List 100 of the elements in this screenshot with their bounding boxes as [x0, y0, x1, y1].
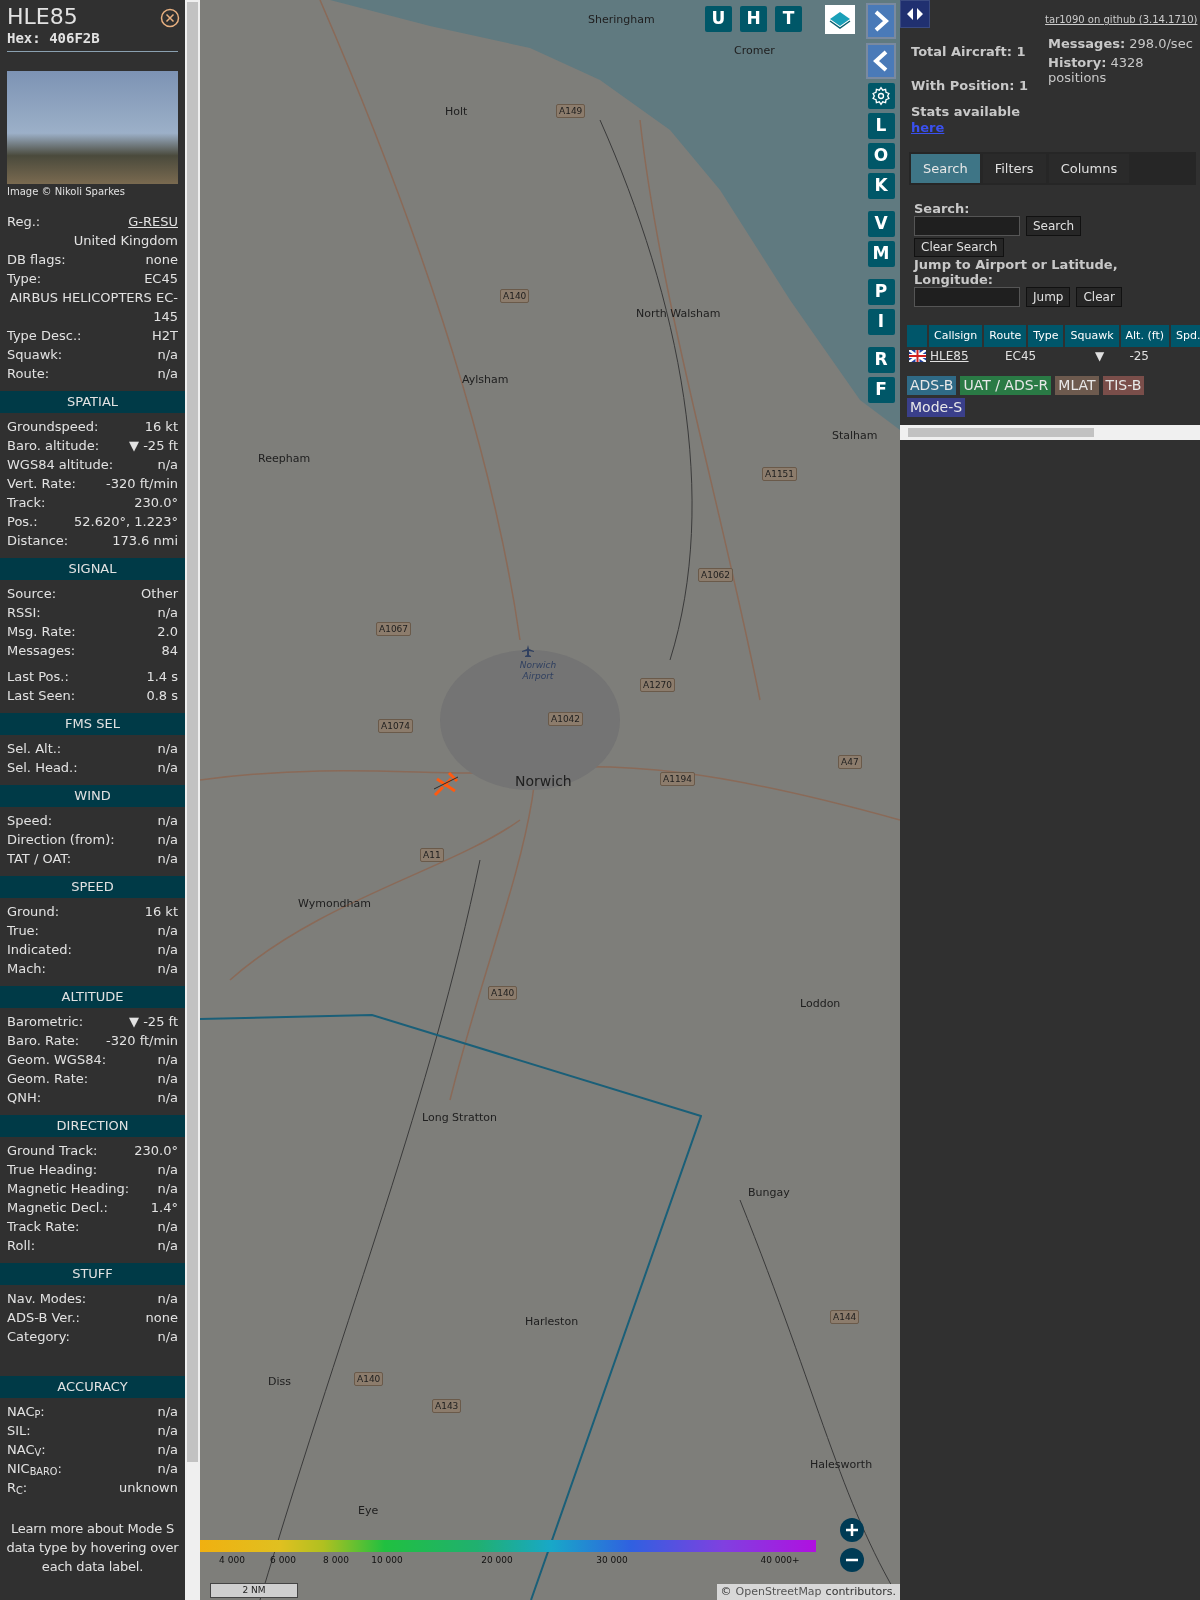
source-badge[interactable]: Mode-S: [907, 398, 966, 417]
road-label: A1042: [548, 712, 584, 726]
field-value: Other: [141, 585, 178, 603]
section-header: DIRECTION: [0, 1115, 185, 1137]
jump-button[interactable]: Jump: [1026, 287, 1071, 307]
source-badge[interactable]: UAT / ADS-R: [960, 376, 1052, 395]
clear-button[interactable]: Clear: [1076, 287, 1122, 307]
town-label: Long Stratton: [422, 1110, 497, 1126]
panel-tab[interactable]: Filters: [982, 154, 1046, 183]
close-icon[interactable]: [160, 8, 180, 28]
field-value: 1.4 s: [146, 668, 178, 686]
search-label: Search:: [914, 201, 970, 216]
field-label: Magnetic Heading:: [7, 1180, 130, 1198]
column-header[interactable]: Alt. (ft): [1120, 325, 1169, 347]
field-value: -320 ft/min: [106, 1032, 178, 1050]
stat-text: Total Aircraft: 1: [911, 44, 1027, 60]
airport-label: Norwich Airport: [518, 660, 558, 682]
field-label: Indicated:: [7, 941, 72, 959]
map-toggle-button[interactable]: L: [867, 113, 895, 139]
field-value: n/a: [157, 1089, 178, 1107]
settings-button[interactable]: [867, 83, 895, 109]
field-value: 16 kt: [144, 903, 178, 921]
map-toggle-button[interactable]: V: [867, 211, 895, 237]
road-label: A1270: [640, 678, 676, 692]
map-toggle-button[interactable]: H: [740, 6, 767, 32]
map-toggle-button[interactable]: U: [705, 6, 732, 32]
panel-tab[interactable]: Search: [911, 154, 980, 183]
field-value: n/a: [157, 1218, 178, 1236]
town-label: Loddon: [800, 996, 841, 1012]
field-value: n/a: [157, 365, 178, 383]
legend-tick-label: 6 000: [270, 1554, 296, 1567]
field-value: n/a: [157, 1290, 178, 1308]
attribution-link[interactable]: OpenStreetMap: [735, 1584, 822, 1600]
field-label: QNH:: [7, 1089, 42, 1107]
field-value: n/a: [157, 922, 178, 940]
field-value: 2.0: [157, 623, 178, 641]
legend-tick-label: 30 000: [596, 1554, 628, 1567]
section-header: FMS SEL: [0, 713, 185, 735]
map-toggle-button[interactable]: K: [867, 173, 895, 199]
town-label: North Walsham: [636, 306, 721, 322]
callsign-link[interactable]: HLE85: [928, 347, 1003, 365]
clear-search-button[interactable]: Clear Search: [914, 238, 1005, 257]
zoom-in-button[interactable]: [840, 1518, 864, 1542]
help-note: Learn more about Mode S data type by hovering over each data label.: [5, 1520, 180, 1576]
field-value: n/a: [157, 1051, 178, 1069]
panel-toggle-button[interactable]: [900, 0, 930, 28]
column-header[interactable]: Type: [1028, 325, 1064, 347]
map-toggle-button[interactable]: P: [867, 279, 895, 305]
column-header[interactable]: Spd.: [1171, 325, 1200, 347]
source-badge[interactable]: MLAT: [1055, 376, 1099, 395]
field-value: 52.620°, 1.223°: [74, 513, 178, 531]
field-value: unknown: [118, 1479, 178, 1497]
horizontal-scrollbar[interactable]: [900, 425, 1200, 440]
github-link[interactable]: tar1090 on github (3.14.1710): [1045, 12, 1198, 27]
scrollbar[interactable]: [185, 0, 200, 1600]
map-toggle-button[interactable]: F: [867, 377, 895, 403]
field-value: n/a: [157, 1422, 178, 1440]
map-toggle-button[interactable]: O: [867, 143, 895, 169]
field-label: Category:: [7, 1328, 70, 1346]
road-label: A11: [420, 848, 444, 862]
jump-field[interactable]: [914, 287, 1020, 307]
field-label: Direction (from):: [7, 831, 115, 849]
registration-link[interactable]: G-RESU: [128, 212, 178, 231]
field-label: SIL:: [7, 1422, 31, 1440]
column-header[interactable]: Squawk: [1065, 325, 1119, 347]
field-label: Ground Track:: [7, 1142, 98, 1160]
road-label: A140: [354, 1372, 384, 1386]
map-toggle-button[interactable]: T: [775, 6, 802, 32]
map-toggle-button[interactable]: M: [867, 241, 895, 267]
search-button[interactable]: Search: [1026, 216, 1082, 236]
expand-button[interactable]: [866, 3, 896, 39]
field-value: 16 kt: [144, 418, 178, 436]
field-value: 84: [161, 642, 178, 660]
field-label: Groundspeed:: [7, 418, 99, 436]
field-value: n/a: [157, 456, 178, 474]
field-value: n/a: [157, 1441, 178, 1459]
panel-tab[interactable]: Columns: [1048, 154, 1130, 183]
field-value: n/a: [157, 346, 178, 364]
field-label: ADS-B Ver.:: [7, 1309, 80, 1327]
search-field[interactable]: [914, 216, 1020, 236]
source-badge[interactable]: ADS-B: [907, 376, 957, 395]
field-value: n/a: [157, 812, 178, 830]
field-label: Track Rate:: [7, 1218, 80, 1236]
plus-icon: [845, 1523, 859, 1537]
column-header[interactable]: Callsign: [929, 325, 983, 347]
field-value: n/a: [157, 1328, 178, 1346]
zoom-out-button[interactable]: [840, 1548, 864, 1572]
field-value: 173.6 nmi: [112, 532, 178, 550]
field-value: n/a: [157, 740, 178, 758]
section-header: WIND: [0, 785, 185, 807]
layers-button[interactable]: [825, 5, 855, 34]
map-toggle-button[interactable]: R: [867, 347, 895, 373]
section-header: SIGNAL: [0, 558, 185, 580]
double-arrow-icon: [906, 7, 924, 21]
map-toggle-button[interactable]: I: [867, 309, 895, 335]
field-label: NAC$_{P}$:: [7, 1403, 45, 1421]
column-header[interactable]: Route: [984, 325, 1027, 347]
field-label: WGS84 altitude:: [7, 456, 114, 474]
source-badge[interactable]: TIS-B: [1102, 376, 1145, 395]
collapse-button[interactable]: [866, 43, 896, 79]
